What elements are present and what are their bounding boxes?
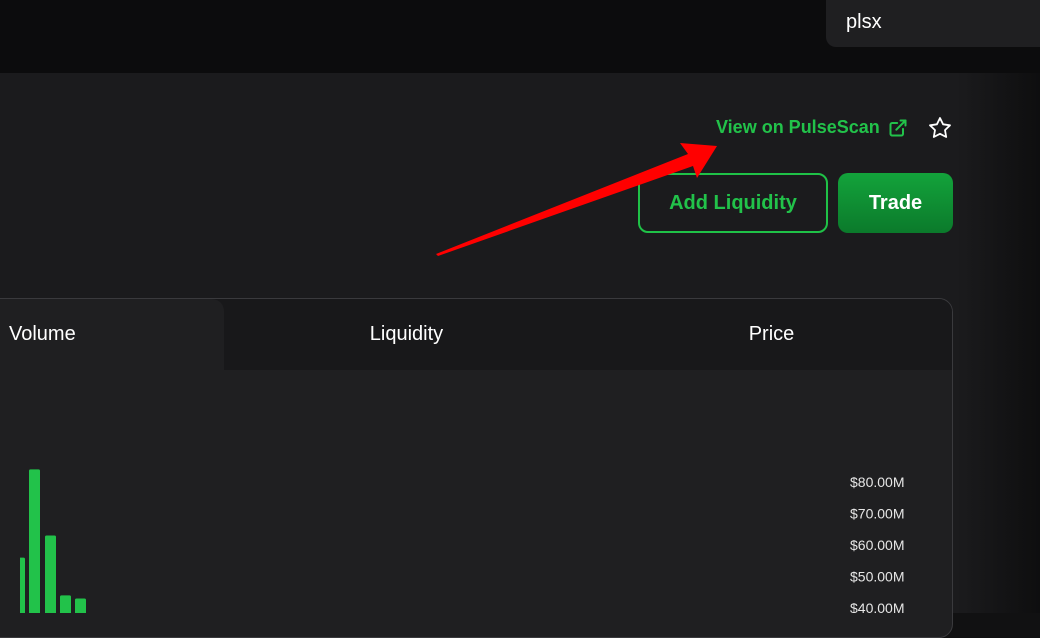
tab-volume[interactable]: Volume (0, 299, 224, 370)
volume-chart: $80.00M $70.00M $60.00M $50.00M $40.00M (20, 469, 904, 613)
y-tick-label: $70.00M (850, 506, 904, 522)
y-tick-label: $50.00M (850, 569, 904, 585)
volume-bar[interactable] (20, 557, 25, 613)
external-link-icon (889, 119, 907, 136)
y-tick-label: $80.00M (850, 474, 904, 490)
search-input[interactable]: plsx (826, 0, 1040, 47)
star-icon[interactable] (928, 116, 952, 140)
chart-tabs: Volume Liquidity Price (0, 299, 952, 370)
y-tick-label: $40.00M (850, 600, 904, 613)
view-on-pulsescan-link[interactable]: View on PulseScan (716, 117, 908, 138)
volume-bar[interactable] (29, 469, 40, 613)
volume-bar[interactable] (75, 598, 86, 613)
top-bar: plsx (0, 0, 1040, 73)
volume-bar[interactable] (60, 595, 71, 613)
trade-button[interactable]: Trade (838, 173, 953, 233)
tab-liquidity[interactable]: Liquidity (224, 299, 589, 370)
tab-price[interactable]: Price (589, 299, 952, 370)
explorer-link-label: View on PulseScan (716, 117, 880, 137)
add-liquidity-button[interactable]: Add Liquidity (638, 173, 828, 233)
y-tick-label: $60.00M (850, 537, 904, 553)
volume-bar[interactable] (45, 535, 56, 613)
